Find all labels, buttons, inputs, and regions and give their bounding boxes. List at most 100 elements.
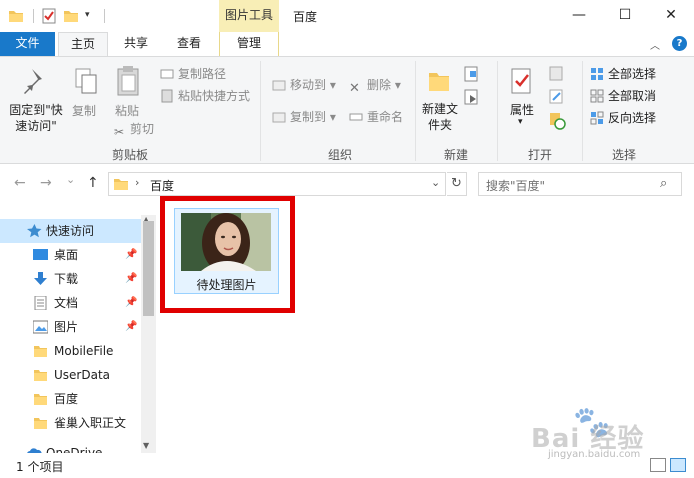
nav-item-mobilefile[interactable]: MobileFile xyxy=(0,339,141,363)
cut-button[interactable]: ✂ 剪切 xyxy=(112,119,154,139)
large-icons-view-button[interactable] xyxy=(670,458,686,472)
nav-pane-scrollbar[interactable]: ▲ ▼ xyxy=(141,215,156,453)
move-to-label: 移动到 xyxy=(290,78,327,92)
address-bar[interactable]: › 百度 ⌄ xyxy=(108,172,446,196)
copy-to-button[interactable]: 复制到 ▾ xyxy=(272,107,336,127)
copy-path-button[interactable]: 复制路径 xyxy=(160,64,226,84)
copy-button[interactable]: 复制 xyxy=(72,102,96,119)
nav-label: 百度 xyxy=(54,392,79,406)
nav-item-userdata[interactable]: UserData xyxy=(0,363,141,387)
pin-icon[interactable]: 📌 xyxy=(125,243,137,267)
folder-icon xyxy=(114,179,128,190)
breadcrumb-current[interactable]: 百度 xyxy=(150,177,174,194)
minimize-button[interactable]: — xyxy=(556,0,602,30)
nav-item-downloads[interactable]: 下载 📌 xyxy=(0,267,141,291)
paste-shortcut-icon xyxy=(161,89,173,103)
breadcrumb-chevron[interactable]: › xyxy=(135,176,139,189)
refresh-button[interactable]: ↻ xyxy=(447,172,467,196)
new-folder-icon xyxy=(429,73,449,91)
group-separator xyxy=(415,61,416,161)
window-title: 百度 xyxy=(293,10,318,24)
nav-item-nestle[interactable]: 雀巢入职正文 xyxy=(0,411,141,435)
search-placeholder: 搜索"百度" xyxy=(486,179,546,193)
properties-dropdown[interactable]: ▾ xyxy=(518,117,523,127)
history-icon[interactable] xyxy=(549,112,567,130)
copy-path-icon xyxy=(160,69,174,79)
details-view-button[interactable] xyxy=(650,458,666,472)
delete-button[interactable]: ✕ 删除 ▾ xyxy=(349,75,401,96)
group-separator xyxy=(260,61,261,161)
tab-view[interactable]: 查看 xyxy=(166,32,212,56)
maximize-button[interactable]: ☐ xyxy=(602,0,648,30)
nav-item-pictures[interactable]: 图片 📌 xyxy=(0,315,141,339)
file-name[interactable]: 待处理图片 xyxy=(174,276,279,293)
scroll-down-arrow[interactable]: ▼ xyxy=(143,441,149,450)
paste-button[interactable]: 粘贴 xyxy=(115,102,139,119)
nav-item-onedrive[interactable]: OneDrive xyxy=(0,441,141,453)
tab-manage[interactable]: 管理 xyxy=(219,32,279,56)
nav-label: 图片 xyxy=(54,320,79,334)
nav-label: 雀巢入职正文 xyxy=(54,416,127,430)
paste-shortcut-button[interactable]: 粘贴快捷方式 xyxy=(160,86,250,106)
new-folder-button[interactable]: 新建文件夹 xyxy=(420,101,460,133)
image-thumbnail xyxy=(181,213,271,271)
copy-to-icon xyxy=(272,112,286,123)
scissors-icon: ✂ xyxy=(113,125,125,139)
select-all-button[interactable]: 全部选择 xyxy=(590,64,656,84)
copy-path-label: 复制路径 xyxy=(178,67,227,81)
paste-shortcut-label: 粘贴快捷方式 xyxy=(178,89,251,103)
select-all-icon xyxy=(591,68,603,80)
paste-icon xyxy=(117,66,139,96)
up-button[interactable]: ↑ xyxy=(87,175,99,191)
properties-button[interactable]: 属性 xyxy=(510,101,534,118)
nav-item-desktop[interactable]: 桌面 📌 xyxy=(0,243,141,267)
edit-icon[interactable] xyxy=(549,89,567,105)
move-to-icon xyxy=(272,80,286,91)
open-icon[interactable] xyxy=(549,66,567,82)
rename-label: 重命名 xyxy=(367,110,404,124)
pin-icon[interactable]: 📌 xyxy=(125,267,137,291)
properties-icon[interactable] xyxy=(41,8,57,24)
help-button[interactable]: ? xyxy=(672,36,687,51)
select-none-button[interactable]: 全部取消 xyxy=(590,86,656,106)
pin-quick-access-button[interactable]: 固定到"快速访问" xyxy=(8,102,64,134)
search-icon[interactable]: ⌕ xyxy=(660,176,667,191)
rename-button[interactable]: 重命名 xyxy=(349,107,403,127)
nav-label: 下载 xyxy=(54,272,79,286)
document-icon xyxy=(34,296,47,310)
nav-label: MobileFile xyxy=(54,344,114,358)
delete-icon: ✕ xyxy=(349,81,360,96)
folder-icon xyxy=(9,11,23,22)
separator xyxy=(33,9,34,23)
scrollbar-thumb[interactable] xyxy=(143,221,154,316)
search-input[interactable]: 搜索"百度" ⌕ xyxy=(478,172,682,196)
nav-item-baidu[interactable]: 百度 xyxy=(0,387,141,411)
easy-access-icon[interactable] xyxy=(464,89,486,107)
item-count: 1 个项目 xyxy=(16,460,64,474)
address-dropdown[interactable]: ⌄ xyxy=(431,176,440,189)
pin-icon[interactable]: 📌 xyxy=(125,291,137,315)
navigation-bar: ← → ⌄ ↑ › 百度 ⌄ ↻ 搜索"百度" ⌕ xyxy=(0,165,694,201)
watermark-url: jingyan.baidu.com xyxy=(548,449,641,460)
separator xyxy=(104,9,105,23)
tab-share[interactable]: 共享 xyxy=(112,32,160,56)
quick-access-dropdown[interactable]: ▾ xyxy=(85,10,101,26)
new-item-icon[interactable] xyxy=(464,65,486,85)
nav-label: UserData xyxy=(54,368,111,382)
pin-icon xyxy=(24,69,42,94)
folder-icon xyxy=(34,346,47,357)
pin-icon[interactable]: 📌 xyxy=(125,315,137,339)
forward-button[interactable]: → xyxy=(40,175,52,191)
nav-item-documents[interactable]: 文档 📌 xyxy=(0,291,141,315)
recent-locations-button[interactable]: ⌄ xyxy=(66,173,75,186)
move-to-button[interactable]: 移动到 ▾ xyxy=(272,75,336,95)
invert-selection-button[interactable]: 反向选择 xyxy=(590,108,656,128)
new-folder-icon[interactable] xyxy=(63,8,79,24)
invert-selection-icon xyxy=(590,111,604,125)
tab-file[interactable]: 文件 xyxy=(0,32,55,56)
nav-item-quick-access[interactable]: 快速访问 xyxy=(0,219,141,243)
back-button[interactable]: ← xyxy=(14,175,26,191)
tab-home[interactable]: 主页 xyxy=(58,32,108,57)
close-button[interactable]: ✕ xyxy=(648,0,694,30)
minimize-ribbon-button[interactable]: ︿ xyxy=(650,37,660,52)
